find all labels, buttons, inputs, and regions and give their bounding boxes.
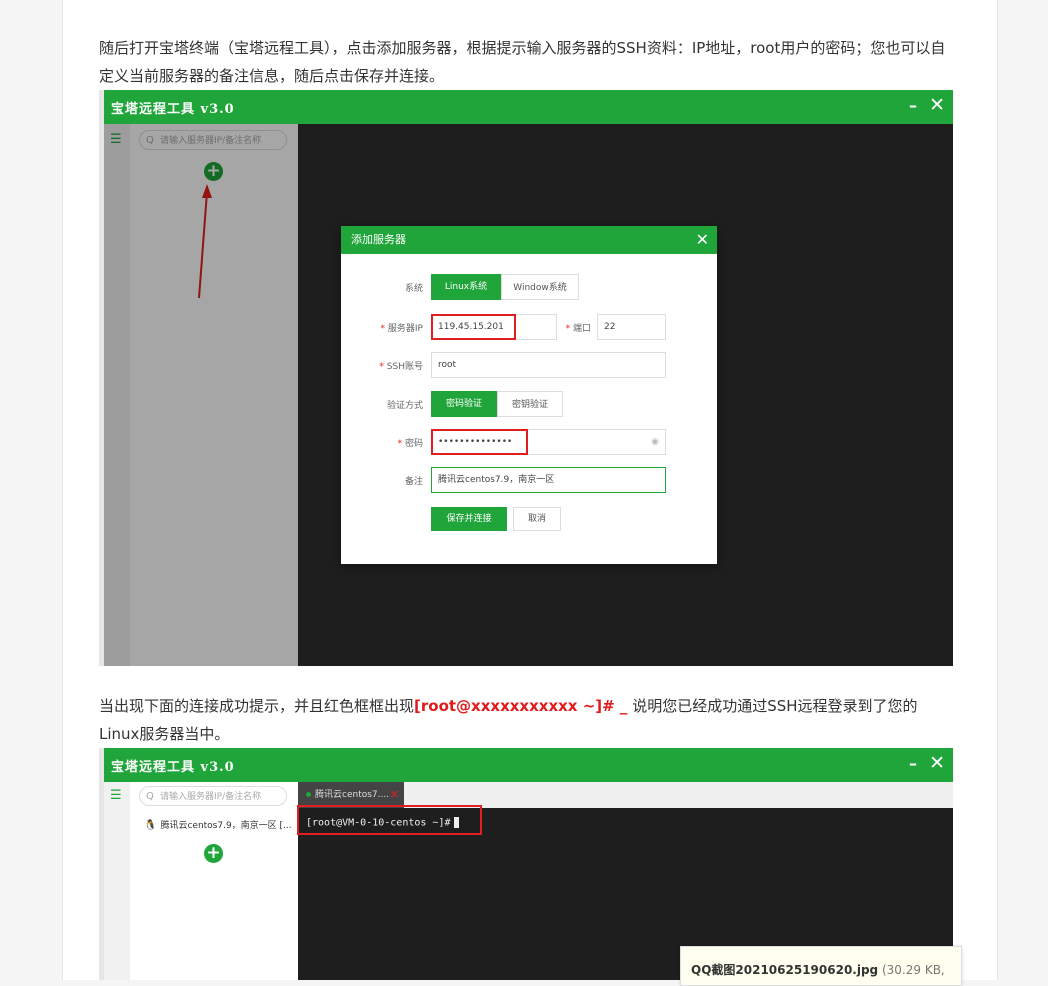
prompt-red-highlight	[297, 805, 482, 835]
app-title: 宝塔远程工具 v3.0	[111, 102, 235, 117]
port-label: * 端口	[565, 324, 591, 334]
auth-label: 验证方式	[386, 401, 423, 411]
system-windows-option[interactable]: Window系统	[501, 274, 579, 300]
cancel-button[interactable]: 取消	[513, 507, 561, 531]
ssh-account-field[interactable]: root	[431, 352, 666, 378]
add-server-icon-2[interactable]: +	[204, 844, 223, 863]
minimize-button-2[interactable]: –	[909, 754, 917, 773]
linux-icon: 🐧	[144, 820, 157, 831]
add-server-dialog: 添加服务器 ✕ 系统 Linux系统 Window系统 * 服务器IP 119.…	[341, 226, 717, 564]
system-label: 系统	[404, 284, 423, 294]
article: 随后打开宝塔终端（宝塔远程工具），点击添加服务器，根据提示输入服务器的SSH资料…	[62, 0, 998, 980]
image-tooltip: QQ截图20210625190620.jpg (30.29 KB,	[680, 946, 962, 986]
modal-overlay	[104, 124, 298, 666]
auth-password-option[interactable]: 密码验证	[431, 391, 497, 417]
menu-icon-2[interactable]: ☰	[110, 788, 122, 803]
success-paragraph: 当出现下面的连接成功提示，并且红色框框出现[root@xxxxxxxxxxx ~…	[99, 697, 918, 743]
prompt-highlight: [root@xxxxxxxxxxx ~]# _	[414, 697, 628, 715]
dialog-title: 添加服务器	[351, 233, 406, 246]
auth-key-option[interactable]: 密钥验证	[497, 391, 563, 417]
search-icon: Q	[146, 791, 154, 802]
intro-paragraph: 随后打开宝塔终端（宝塔远程工具），点击添加服务器，根据提示输入服务器的SSH资料…	[99, 39, 946, 85]
system-linux-option[interactable]: Linux系统	[431, 274, 501, 300]
ssh-label: * SSH账号	[379, 362, 423, 372]
app-titlebar: 宝塔远程工具 v3.0 – ✕	[104, 90, 953, 124]
close-button-2[interactable]: ✕	[929, 752, 945, 774]
port-field[interactable]: 22	[597, 314, 666, 340]
eye-icon[interactable]: ◉	[651, 430, 659, 454]
app-title-2: 宝塔远程工具 v3.0	[111, 760, 235, 775]
remark-field[interactable]: 腾讯云centos7.9，南京一区	[431, 467, 666, 493]
dialog-close-button[interactable]: ✕	[696, 226, 709, 254]
menu-strip-2: ☰	[104, 782, 130, 980]
password-label: * 密码	[397, 439, 423, 449]
ip-red-highlight	[431, 314, 516, 340]
status-dot-icon	[306, 792, 311, 797]
app-titlebar-2: 宝塔远程工具 v3.0 – ✕	[104, 748, 953, 782]
server-sidebar-2: Q 请输入服务器IP/备注名称 🐧 腾讯云centos7.9，南京一区 [... …	[130, 782, 298, 980]
password-red-highlight	[431, 429, 528, 455]
dialog-header: 添加服务器 ✕	[341, 226, 717, 254]
save-connect-button[interactable]: 保存并连接	[431, 507, 507, 531]
server-list-item[interactable]: 🐧 腾讯云centos7.9，南京一区 [...	[144, 818, 292, 831]
close-button[interactable]: ✕	[929, 94, 945, 116]
search-input-2[interactable]: Q 请输入服务器IP/备注名称	[139, 786, 287, 806]
minimize-button[interactable]: –	[909, 96, 917, 115]
ip-label: * 服务器IP	[380, 324, 423, 334]
screenshot-add-server: 宝塔远程工具 v3.0 – ✕ ☰ Q 请输入服务器IP/备注名称 + 添加服务…	[99, 90, 953, 666]
remark-label: 备注	[404, 477, 423, 487]
